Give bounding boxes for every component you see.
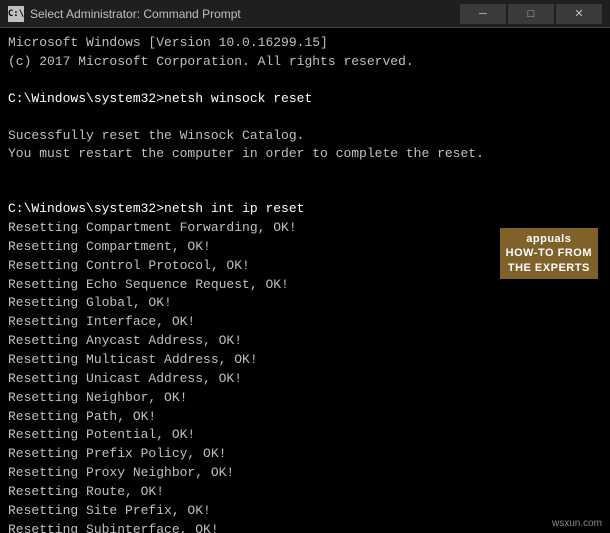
maximize-button[interactable]: □: [508, 4, 554, 24]
terminal-line: Sucessfully reset the Winsock Catalog.: [8, 127, 602, 146]
watermark-line1: appuals: [506, 232, 592, 246]
title-bar: C:\ Select Administrator: Command Prompt…: [0, 0, 610, 28]
terminal-line: Resetting Interface, OK!: [8, 313, 602, 332]
cmd-icon: C:\: [8, 6, 24, 22]
minimize-button[interactable]: ─: [460, 4, 506, 24]
terminal-line: [8, 182, 602, 200]
terminal-line: C:\Windows\system32>netsh winsock reset: [8, 90, 602, 109]
watermark-line2: HOW-TO FROM: [506, 246, 592, 260]
terminal-line: Resetting Subinterface, OK!: [8, 521, 602, 533]
terminal-area: Microsoft Windows [Version 10.0.16299.15…: [0, 28, 610, 533]
close-button[interactable]: ✕: [556, 4, 602, 24]
terminal-line: Resetting Global, OK!: [8, 294, 602, 313]
terminal-line: Resetting Neighbor, OK!: [8, 389, 602, 408]
brand-bar: wsxun.com: [552, 518, 602, 529]
terminal-line: [8, 72, 602, 90]
watermark: appuals HOW-TO FROM THE EXPERTS: [500, 228, 598, 279]
terminal-line: Microsoft Windows [Version 10.0.16299.15…: [8, 34, 602, 53]
terminal-line: (c) 2017 Microsoft Corporation. All righ…: [8, 53, 602, 72]
terminal-line: [8, 164, 602, 182]
terminal-line: Resetting Site Prefix, OK!: [8, 502, 602, 521]
watermark-line3: THE EXPERTS: [506, 261, 592, 275]
terminal-line: Resetting Route, OK!: [8, 483, 602, 502]
terminal-line: [8, 109, 602, 127]
terminal-line: Resetting Proxy Neighbor, OK!: [8, 464, 602, 483]
terminal-line: Resetting Unicast Address, OK!: [8, 370, 602, 389]
terminal-line: Resetting Prefix Policy, OK!: [8, 445, 602, 464]
terminal-content: Microsoft Windows [Version 10.0.16299.15…: [8, 34, 602, 533]
terminal-line: Resetting Multicast Address, OK!: [8, 351, 602, 370]
terminal-line: Resetting Potential, OK!: [8, 426, 602, 445]
window-controls: ─ □ ✕: [460, 4, 602, 24]
terminal-line: Resetting Path, OK!: [8, 408, 602, 427]
terminal-line: C:\Windows\system32>netsh int ip reset: [8, 200, 602, 219]
window-title: Select Administrator: Command Prompt: [30, 7, 454, 21]
terminal-line: You must restart the computer in order t…: [8, 145, 602, 164]
terminal-line: Resetting Anycast Address, OK!: [8, 332, 602, 351]
